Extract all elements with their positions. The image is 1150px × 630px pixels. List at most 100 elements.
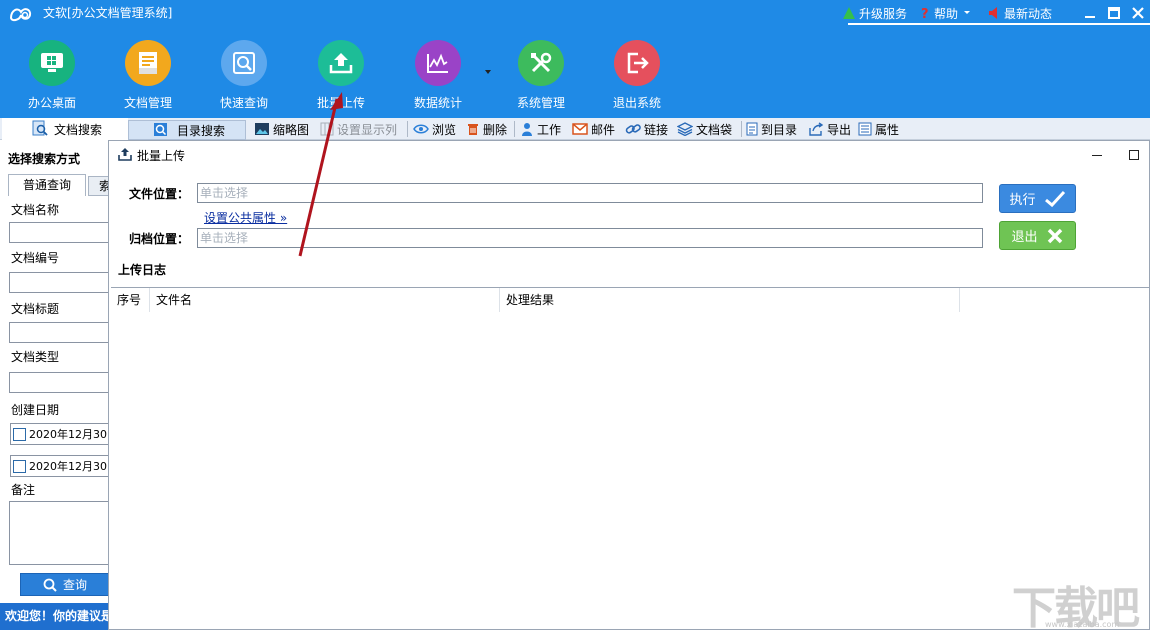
- ribbon-office-desktop[interactable]: 办公桌面: [7, 40, 97, 111]
- tab-other-query[interactable]: 索: [88, 176, 110, 196]
- ribbon-batch-upload[interactable]: 批量上传: [296, 40, 386, 111]
- export-icon: [809, 122, 824, 136]
- ribbon-label: 系统管理: [516, 96, 565, 110]
- minimize-icon: [1085, 16, 1095, 18]
- ribbon-doc-management[interactable]: 文档管理: [103, 40, 193, 111]
- upload-icon: [118, 148, 132, 161]
- doc-title-label: 文档标题: [11, 302, 60, 316]
- doc-name-input[interactable]: [9, 222, 110, 243]
- search-panel: 选择搜索方式 普通查询 索 文档名称 文档编号 文档标题 文档类型 创建日期 2…: [0, 140, 110, 630]
- dialog-minimize-button[interactable]: [1087, 145, 1107, 165]
- watermark-url: www.xiazaiba.com: [1045, 620, 1120, 629]
- news-link[interactable]: 最新动态: [987, 5, 1052, 22]
- upgrade-link[interactable]: 升级服务: [842, 5, 907, 22]
- set-public-attr-link[interactable]: 设置公共属性 »: [204, 209, 287, 226]
- note-textarea[interactable]: [9, 501, 110, 565]
- table-header: 序号 文件名 处理结果: [111, 288, 961, 312]
- doc-search-icon: [32, 120, 48, 136]
- file-location-input[interactable]: 单击选择: [197, 183, 983, 203]
- exit-button[interactable]: 退出: [999, 221, 1076, 250]
- set-columns-button[interactable]: 设置显示列: [320, 118, 397, 140]
- upload-log-table: 序号 文件名 处理结果: [111, 287, 1150, 629]
- exit-icon: [614, 40, 660, 86]
- column-header-filename[interactable]: 文件名: [150, 288, 500, 312]
- ribbon-quick-search[interactable]: 快速查询: [199, 40, 289, 111]
- tab-dir-search[interactable]: 目录搜索: [128, 120, 246, 140]
- column-header-index[interactable]: 序号: [111, 288, 150, 312]
- status-bar: 欢迎您！你的建议是: [0, 603, 110, 630]
- chevron-down-icon[interactable]: [485, 70, 491, 74]
- toolbar-separator: [514, 121, 515, 137]
- link-button[interactable]: 链接: [625, 118, 668, 140]
- to-dir-button[interactable]: 到目录: [746, 118, 797, 140]
- document-icon: [746, 122, 758, 136]
- date-to-checkbox[interactable]: [13, 459, 26, 473]
- document-folder-icon: [125, 40, 171, 86]
- thumbnail-button[interactable]: 缩略图: [254, 118, 309, 140]
- date-from-picker[interactable]: 2020年12月30日: [10, 423, 110, 445]
- ribbon-label: 退出系统: [612, 96, 661, 110]
- toolbar-separator: [407, 121, 408, 137]
- minimize-button[interactable]: [1078, 2, 1102, 24]
- help-link[interactable]: ? 帮助: [919, 5, 975, 22]
- ribbon-label: 快速查询: [219, 96, 268, 110]
- props-label: 属性: [875, 122, 900, 137]
- work-label: 工作: [537, 122, 562, 137]
- search-mode-heading: 选择搜索方式: [8, 152, 81, 166]
- column-header-result[interactable]: 处理结果: [500, 288, 960, 312]
- query-button-label: 查询: [62, 578, 87, 592]
- layers-icon: [677, 122, 693, 136]
- date-from-checkbox[interactable]: [13, 427, 26, 441]
- doc-bag-label: 文档袋: [696, 122, 733, 137]
- maximize-button[interactable]: [1102, 2, 1126, 24]
- delete-label: 删除: [483, 122, 508, 137]
- browse-label: 浏览: [432, 122, 457, 137]
- browse-button[interactable]: 浏览: [413, 118, 456, 140]
- ribbon-label: 办公桌面: [27, 96, 76, 110]
- tab-dir-search-label: 目录搜索: [177, 123, 226, 138]
- execute-label: 执行: [1009, 193, 1036, 208]
- svg-text:?: ?: [921, 7, 929, 20]
- close-button[interactable]: [1126, 2, 1150, 24]
- date-from-value: 2020年12月30日: [29, 428, 110, 441]
- ribbon-exit-system[interactable]: 退出系统: [592, 40, 682, 111]
- tab-normal-query[interactable]: 普通查询: [8, 174, 86, 196]
- ribbon-label: 数据统计: [413, 96, 462, 110]
- check-icon: [1044, 190, 1065, 207]
- help-label: 帮助: [933, 6, 958, 21]
- date-to-picker[interactable]: 2020年12月30日: [10, 455, 110, 477]
- ribbon-label: 批量上传: [316, 96, 365, 110]
- props-button[interactable]: 属性: [858, 118, 899, 140]
- doc-type-input[interactable]: [9, 372, 110, 393]
- archive-location-input[interactable]: 单击选择: [197, 228, 983, 248]
- doc-bag-button[interactable]: 文档袋: [677, 118, 732, 140]
- toolbar-separator: [741, 121, 742, 137]
- upload-icon: [318, 40, 364, 86]
- work-button[interactable]: 工作: [520, 118, 561, 140]
- chevron-down-icon: [963, 11, 970, 14]
- delete-button[interactable]: 删除: [466, 118, 507, 140]
- query-button[interactable]: 查询: [20, 573, 110, 596]
- doc-type-label: 文档类型: [11, 350, 60, 364]
- maximize-icon: [1129, 150, 1139, 160]
- doc-title-input[interactable]: [9, 322, 110, 343]
- tools-icon: [518, 40, 564, 86]
- execute-button[interactable]: 执行: [999, 184, 1076, 213]
- close-icon: [1132, 7, 1144, 19]
- ribbon-label: 文档管理: [123, 96, 172, 110]
- upgrade-icon: [842, 7, 855, 19]
- tab-doc-search[interactable]: 文档搜索: [2, 118, 128, 140]
- search-doc-icon: [221, 40, 267, 86]
- set-columns-label: 设置显示列: [337, 122, 398, 137]
- dir-search-icon: [154, 123, 167, 136]
- desktop-icon: [29, 40, 75, 86]
- ribbon-data-stats[interactable]: 数据统计: [393, 40, 483, 111]
- minimize-icon: [1092, 155, 1102, 156]
- mail-button[interactable]: 邮件: [572, 118, 615, 140]
- tab-doc-search-label: 文档搜索: [54, 122, 103, 137]
- dialog-maximize-button[interactable]: [1124, 145, 1144, 165]
- dialog-title: 批量上传: [137, 149, 186, 163]
- export-button[interactable]: 导出: [808, 118, 851, 140]
- ribbon-system-management[interactable]: 系统管理: [496, 40, 586, 111]
- doc-no-input[interactable]: [9, 272, 110, 293]
